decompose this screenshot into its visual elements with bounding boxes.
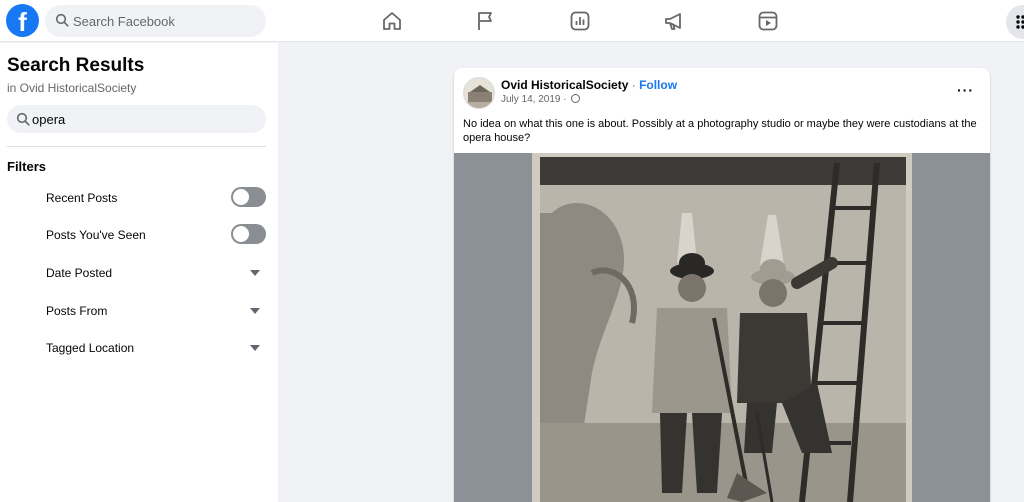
filter-label: Posts From [46,304,108,318]
group-search-input[interactable]: opera [7,105,266,133]
toggle-knob [233,189,249,205]
video-icon[interactable] [756,9,780,33]
flag-icon[interactable] [474,9,498,33]
top-bar: f [0,0,1024,42]
separator: · [628,78,640,92]
filter-recent-posts[interactable]: Recent Posts [46,186,266,210]
vintage-photo-image [532,153,912,502]
avatar-image [464,78,494,108]
recent-posts-toggle[interactable] [231,187,266,207]
post-card: Ovid HistoricalSociety · Follow July 14,… [454,68,990,502]
divider [7,146,266,147]
megaphone-icon[interactable] [662,9,686,33]
follow-button[interactable]: Follow [639,78,677,92]
filter-label: Recent Posts [46,191,118,205]
search-icon [16,112,30,126]
posts-seen-toggle[interactable] [231,224,266,244]
filters-heading: Filters [7,159,47,174]
author-name[interactable]: Ovid HistoricalSociety [501,78,628,92]
search-input[interactable] [73,5,258,37]
facebook-logo[interactable]: f [6,4,39,37]
filter-posts-seen[interactable]: Posts You've Seen [46,223,266,247]
post-media[interactable] [454,153,990,502]
filter-tagged-location[interactable]: Tagged Location [46,336,266,360]
chart-icon[interactable] [568,9,592,33]
avatar[interactable] [463,77,495,109]
chevron-down-icon[interactable] [250,308,260,314]
home-icon[interactable] [380,9,404,33]
chevron-down-icon[interactable] [250,270,260,276]
search-box[interactable] [45,5,266,37]
page-title: Search Results [7,55,145,76]
toggle-knob [233,226,249,242]
globe-icon [571,94,581,103]
filter-label: Tagged Location [46,341,135,355]
filter-posts-from[interactable]: Posts From [46,299,266,323]
search-icon [55,13,69,27]
filter-date-posted[interactable]: Date Posted [46,261,266,285]
post-photo[interactable] [532,153,912,502]
search-query[interactable]: opera [32,112,65,127]
filter-label: Date Posted [46,266,113,280]
post-author-line: Ovid HistoricalSociety · Follow [501,78,677,92]
search-sidebar: Search Results in Ovid HistoricalSociety… [0,43,278,502]
search-scope: in Ovid HistoricalSociety [7,81,137,95]
menu-button[interactable] [1006,5,1024,39]
post-text: No idea on what this one is about. Possi… [463,118,977,144]
post-date-line: July 14, 2019 · [501,94,581,105]
menu-grid-icon [1016,15,1024,29]
more-options-button[interactable]: ··· [957,82,974,98]
chevron-down-icon[interactable] [250,345,260,351]
filter-label: Posts You've Seen [46,228,146,242]
post-date[interactable]: July 14, 2019 · [501,94,569,105]
